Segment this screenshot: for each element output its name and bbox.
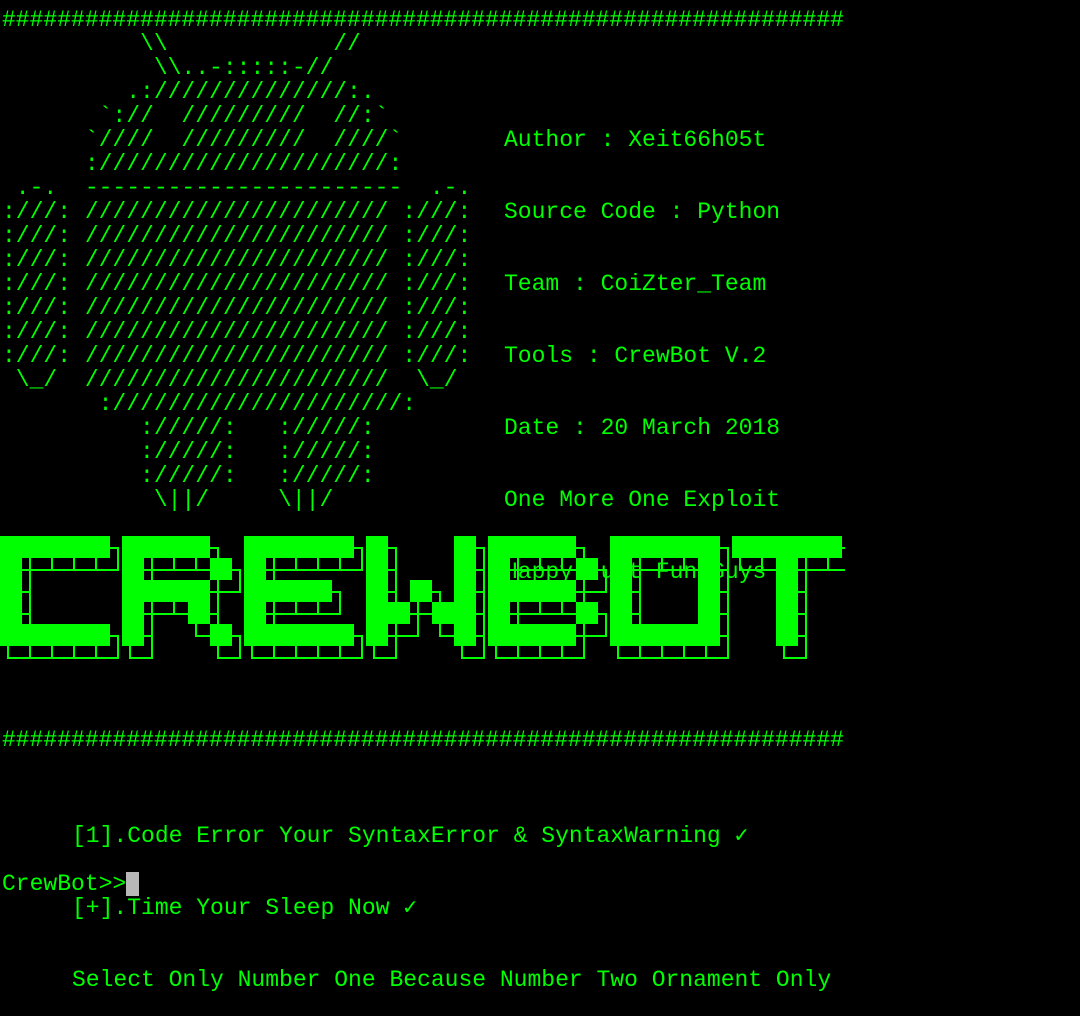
command-prompt[interactable]: CrewBot>> bbox=[2, 871, 140, 897]
menu-option-2: [+].Time Your Sleep Now ✓ bbox=[72, 895, 418, 921]
top-separator: ########################################… bbox=[2, 7, 844, 33]
bottom-separator: ########################################… bbox=[2, 727, 844, 753]
menu-option-1: [1].Code Error Your SyntaxError & Syntax… bbox=[72, 823, 749, 849]
date-line: Date : 20 March 2018 bbox=[504, 415, 781, 441]
prompt-label: CrewBot>> bbox=[2, 871, 127, 897]
author-line: Author : Xeit66h05t bbox=[504, 127, 767, 153]
tools-line: Tools : CrewBot V.2 bbox=[504, 343, 767, 369]
team-line: Team : CoiZter_Team bbox=[504, 271, 767, 297]
crewbot-banner bbox=[0, 536, 845, 659]
slogan-line: One More One Exploit bbox=[504, 487, 781, 513]
source-code-line: Source Code : Python bbox=[504, 199, 781, 225]
text-cursor[interactable] bbox=[126, 872, 140, 896]
menu: [1].Code Error Your SyntaxError & Syntax… bbox=[72, 776, 831, 1016]
menu-note: Select Only Number One Because Number Tw… bbox=[72, 967, 832, 993]
info-panel: Author : Xeit66h05t Source Code : Python… bbox=[504, 80, 780, 608]
android-ascii-art: \\ // \\..-:::::-// .://////////////:. `… bbox=[2, 31, 472, 513]
